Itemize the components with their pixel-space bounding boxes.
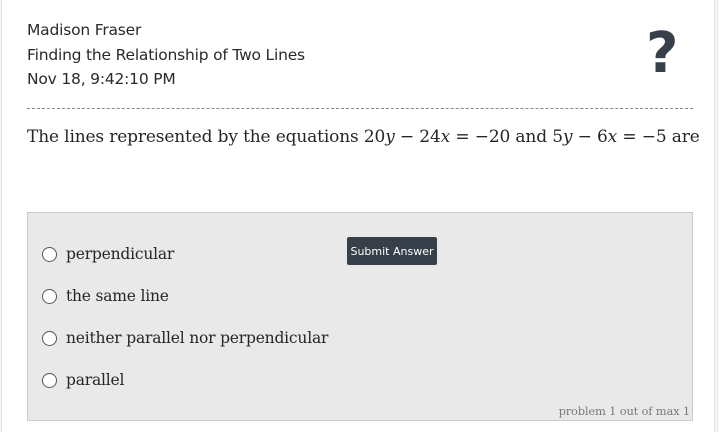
submit-answer-button[interactable]: Submit Answer [347, 237, 437, 265]
answer-option-same-line[interactable]: the same line [42, 287, 169, 305]
answer-option-label: perpendicular [66, 245, 175, 263]
timestamp: Nov 18, 9:42:10 PM [27, 70, 176, 88]
help-icon[interactable]: ? [646, 24, 678, 84]
eq2-coef-1: 5 [552, 127, 563, 147]
radio-button[interactable] [42, 330, 57, 346]
equation-1: 20y − 24x = −20 [364, 127, 510, 147]
problem-card: Madison Fraser Finding the Relationship … [1, 0, 715, 432]
problem-header: Madison Fraser Finding the Relationship … [27, 18, 305, 92]
eq1-var-1: y [385, 127, 395, 147]
answer-option-parallel[interactable]: parallel [42, 371, 124, 389]
answer-option-label: neither parallel nor perpendicular [66, 329, 329, 347]
question-prefix: The lines represented by the equations [27, 127, 359, 147]
problem-progress: problem 1 out of max 1 [558, 404, 691, 418]
answer-panel: perpendicular the same line neither para… [27, 212, 693, 421]
eq1-operator: − [399, 127, 415, 147]
eq2-var-2: x [607, 127, 618, 147]
equation-2: 5y − 6x = −5 [552, 127, 666, 147]
answer-option-label: the same line [66, 287, 169, 305]
eq1-coef-1: 20 [363, 127, 386, 147]
question-text: The lines represented by the equations 2… [27, 127, 700, 147]
question-suffix: are [671, 127, 700, 147]
eq2-rhs: −5 [641, 127, 667, 147]
eq2-coef-2: 6 [597, 127, 608, 147]
eq2-operator: − [577, 127, 592, 147]
eq1-coef-2: 24 [419, 127, 441, 147]
eq1-equals: = [455, 127, 470, 147]
radio-button[interactable] [42, 246, 57, 262]
eq2-equals: = [622, 127, 637, 147]
radio-button[interactable] [42, 372, 57, 388]
answer-option-label: parallel [66, 371, 125, 389]
student-name: Madison Fraser [27, 21, 142, 39]
radio-button[interactable] [42, 288, 57, 304]
eq2-var-1: y [562, 127, 573, 147]
assignment-title: Finding the Relationship of Two Lines [27, 45, 305, 64]
answer-option-perpendicular[interactable]: perpendicular [42, 245, 174, 263]
question-connector: and [515, 127, 547, 147]
eq1-rhs: −20 [474, 127, 511, 147]
answer-option-neither[interactable]: neither parallel nor perpendicular [42, 329, 328, 347]
eq1-var-2: x [440, 127, 451, 147]
divider [27, 108, 693, 109]
